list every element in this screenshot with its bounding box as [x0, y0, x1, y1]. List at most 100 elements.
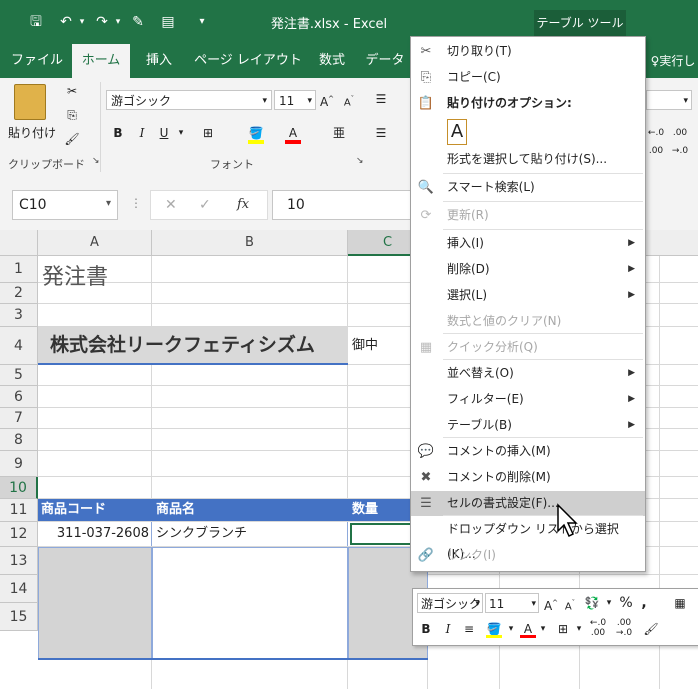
align-left-icon[interactable]: ☰	[372, 124, 390, 142]
row-header-13[interactable]: 13	[0, 547, 38, 575]
mini-font-size-box[interactable]: 11 ▾	[485, 593, 539, 613]
menu-item-10[interactable]: 数式と値のクリア(N)	[411, 309, 645, 334]
selection-column-a[interactable]	[38, 547, 152, 659]
select-all-corner[interactable]	[0, 230, 38, 256]
mini-center-icon[interactable]: ≡	[461, 620, 477, 638]
font-launcher-icon[interactable]: ↘	[356, 156, 364, 166]
increase-font-icon[interactable]: A^	[318, 90, 336, 111]
mini-italic-button[interactable]: I	[441, 620, 455, 638]
cell-a1-title[interactable]: 発注書	[42, 258, 242, 298]
row-header-9[interactable]: 9	[0, 451, 38, 477]
font-size-box[interactable]: 11 ▾	[274, 90, 316, 110]
cell-c3-suffix[interactable]: 御中	[352, 327, 412, 365]
mini-currency-icon[interactable]: 💱	[581, 594, 603, 612]
row-header-11[interactable]: 11	[0, 499, 38, 522]
align-top-icon[interactable]: ☰	[372, 90, 390, 108]
mini-increase-decimal-icon[interactable]: ←.0.00	[587, 618, 609, 638]
row-header-14[interactable]: 14	[0, 575, 38, 603]
chevron-down-icon[interactable]: ▾	[507, 620, 515, 638]
row-header-1[interactable]: 1	[0, 256, 38, 283]
row-header-5[interactable]: 5	[0, 365, 38, 386]
cell-a3-company[interactable]: 株式会社リークフェティシズム	[38, 327, 348, 365]
menu-item-8[interactable]: 削除(D) ▶	[411, 257, 645, 282]
column-header-b[interactable]: B	[152, 230, 348, 256]
font-color-icon[interactable]: A	[284, 124, 302, 144]
row-header-2[interactable]: 2	[0, 283, 38, 304]
insert-function-button[interactable]: fx	[237, 197, 249, 212]
mini-format-painter-icon[interactable]: 🖌	[641, 620, 661, 638]
cancel-icon[interactable]: ✕	[165, 197, 177, 213]
menu-item-15[interactable]: 💬 コメントの挿入(M)	[411, 439, 645, 464]
clipboard-launcher-icon[interactable]: ↘	[92, 156, 100, 166]
mini-table-format-icon[interactable]: ▦	[669, 594, 691, 612]
mini-decrease-font-icon[interactable]: Aˇ	[563, 594, 577, 616]
row-header-12[interactable]: 12	[0, 522, 38, 547]
tab-formulas[interactable]: 数式	[310, 44, 354, 78]
mini-font-color-icon[interactable]: A	[519, 620, 537, 638]
table-column-b[interactable]	[152, 547, 348, 659]
menu-item-17[interactable]: ☰ セルの書式設定(F)...	[411, 491, 645, 516]
italic-button[interactable]: I	[134, 124, 150, 142]
menu-item-14[interactable]: テーブル(B) ▶	[411, 413, 645, 438]
mini-borders-icon[interactable]: ⊞	[553, 620, 573, 638]
tab-home[interactable]: ホーム	[72, 44, 130, 78]
tab-insert[interactable]: 挿入	[136, 44, 182, 78]
mini-increase-font-icon[interactable]: A^	[543, 594, 559, 615]
menu-item-12[interactable]: 並べ替え(O) ▶	[411, 361, 645, 386]
row-header-4[interactable]: 4	[0, 327, 38, 365]
row-header-3[interactable]: 3	[0, 304, 38, 327]
borders-icon[interactable]: ⊞	[198, 124, 218, 142]
underline-button[interactable]: U	[156, 124, 172, 142]
tab-data[interactable]: データ	[362, 44, 408, 78]
menu-item-3[interactable]: A	[411, 117, 645, 147]
row-header-10[interactable]: 10	[0, 477, 38, 499]
fill-color-icon[interactable]: 🪣	[246, 124, 266, 144]
bold-button[interactable]: B	[110, 124, 126, 142]
underline-dropdown-icon[interactable]: ▾	[176, 124, 186, 142]
chevron-down-icon[interactable]: ▾	[539, 620, 547, 638]
mini-percent-button[interactable]: %	[617, 594, 635, 612]
mini-decrease-decimal-icon[interactable]: .00 →.0	[613, 618, 635, 638]
paste-button[interactable]: 貼り付け	[8, 124, 56, 141]
name-box[interactable]: C10 ▾	[12, 190, 118, 220]
copy-icon[interactable]: ⎘	[62, 106, 82, 124]
mini-fill-color-icon[interactable]: 🪣	[483, 620, 505, 638]
number-format-box[interactable]: ▾	[646, 90, 692, 110]
menu-item-9[interactable]: 選択(L) ▶	[411, 283, 645, 308]
row-header-15[interactable]: 15	[0, 603, 38, 631]
mini-comma-button[interactable]: ,	[639, 594, 649, 612]
chevron-down-icon[interactable]: ▾	[575, 620, 583, 638]
row-header-6[interactable]: 6	[0, 386, 38, 408]
enter-icon[interactable]: ✓	[199, 197, 211, 213]
increase-decimal-icon[interactable]: ←.0.00	[646, 124, 666, 160]
menu-item-19[interactable]: 🔗 リンク(I)	[411, 543, 645, 568]
menu-item-1[interactable]: ⎘ コピー(C)	[411, 65, 645, 90]
tell-me[interactable]: ♀実行し	[648, 44, 698, 78]
phonetic-icon[interactable]: 亜	[330, 124, 348, 142]
menu-item-18[interactable]: ドロップダウン リストから選択(K)...	[411, 517, 645, 561]
cut-icon[interactable]: ✂	[62, 82, 82, 100]
font-name-box[interactable]: 游ゴシック ▾	[106, 90, 272, 110]
tab-page-layout[interactable]: ページ レイアウト	[190, 44, 306, 78]
menu-item-4[interactable]: 形式を選択して貼り付け(S)...	[411, 147, 645, 172]
chevron-down-icon[interactable]: ▾	[605, 594, 613, 612]
table-header-name[interactable]: 商品名	[152, 499, 348, 521]
mini-font-name-box[interactable]: 游ゴシック ▾	[417, 593, 483, 613]
column-header-a[interactable]: A	[38, 230, 152, 256]
row-header-8[interactable]: 8	[0, 429, 38, 451]
cell-b10-name[interactable]: シンクブランチ	[152, 522, 348, 546]
menu-item-11[interactable]: ▦ クイック分析(Q)	[411, 335, 645, 360]
format-painter-icon[interactable]: 🖌	[62, 130, 82, 148]
tab-file[interactable]: ファイル	[8, 44, 66, 78]
decrease-font-icon[interactable]: Aˇ	[340, 90, 358, 112]
menu-item-0[interactable]: ✂ 切り取り(T)	[411, 39, 645, 64]
menu-item-13[interactable]: フィルター(E) ▶	[411, 387, 645, 412]
menu-item-2[interactable]: 📋 貼り付けのオプション:	[411, 91, 645, 116]
menu-item-5[interactable]: 🔍 スマート検索(L)	[411, 175, 645, 200]
menu-item-16[interactable]: ✖ コメントの削除(M)	[411, 465, 645, 490]
decrease-decimal-icon[interactable]: .00 →.0	[670, 124, 690, 160]
formula-input[interactable]: 10	[272, 190, 412, 220]
paste-icon[interactable]	[14, 84, 46, 120]
menu-item-6[interactable]: ⟳ 更新(R)	[411, 203, 645, 228]
row-header-7[interactable]: 7	[0, 408, 38, 429]
